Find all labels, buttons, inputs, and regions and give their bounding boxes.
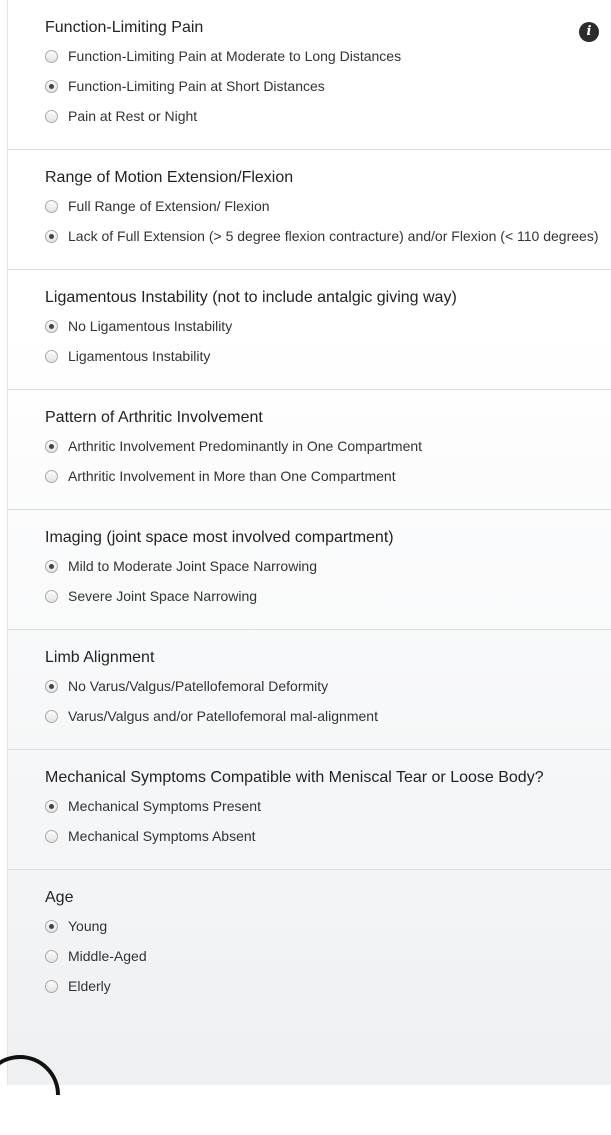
radio-option-label: Function-Limiting Pain at Moderate to Lo… — [68, 48, 402, 64]
info-icon[interactable]: i — [579, 22, 599, 42]
radio-unselected-icon[interactable] — [45, 980, 58, 993]
radio-selected-icon[interactable] — [45, 800, 58, 813]
radio-option[interactable]: Ligamentous Instability — [45, 347, 599, 366]
criteria-sections: Function-Limiting Pain Function-Limiting … — [8, 0, 611, 1019]
criteria-panel: i Function-Limiting Pain Function-Limitin… — [7, 0, 611, 1085]
criteria-section: Imaging (joint space most involved compa… — [8, 510, 611, 630]
radio-unselected-icon[interactable] — [45, 830, 58, 843]
radio-option[interactable]: Function-Limiting Pain at Short Distance… — [45, 77, 599, 96]
criteria-section: Limb Alignment No Varus/Valgus/Patellofem… — [8, 630, 611, 750]
criteria-section: Pattern of Arthritic Involvement Arthriti… — [8, 390, 611, 510]
radio-unselected-icon[interactable] — [45, 200, 58, 213]
radio-unselected-icon[interactable] — [45, 470, 58, 483]
radio-option-label: No Ligamentous Instability — [68, 318, 233, 334]
section-title: Mechanical Symptoms Compatible with Meni… — [45, 769, 544, 786]
radio-option-label: Arthritic Involvement in More than One C… — [68, 468, 396, 484]
radio-option-label: Function-Limiting Pain at Short Distance… — [68, 78, 325, 94]
radio-unselected-icon[interactable] — [45, 350, 58, 363]
radio-option[interactable]: Mechanical Symptoms Absent — [45, 827, 599, 846]
section-title: Age — [45, 889, 74, 906]
radio-selected-icon[interactable] — [45, 230, 58, 243]
radio-unselected-icon[interactable] — [45, 110, 58, 123]
radio-option[interactable]: Severe Joint Space Narrowing — [45, 587, 599, 606]
radio-option-label: No Varus/Valgus/Patellofemoral Deformity — [68, 678, 329, 694]
criteria-section: Mechanical Symptoms Compatible with Meni… — [8, 750, 611, 870]
radio-option-label: Mechanical Symptoms Absent — [68, 828, 256, 844]
criteria-section: Function-Limiting Pain Function-Limiting … — [8, 0, 611, 150]
radio-option[interactable]: Pain at Rest or Night — [45, 107, 599, 126]
section-title: Function-Limiting Pain — [45, 19, 204, 36]
radio-option-label: Mild to Moderate Joint Space Narrowing — [68, 558, 318, 574]
radio-selected-icon[interactable] — [45, 440, 58, 453]
radio-option[interactable]: Middle-Aged — [45, 947, 599, 966]
radio-selected-icon[interactable] — [45, 80, 58, 93]
radio-option-label: Young — [68, 918, 108, 934]
section-title: Range of Motion Extension/Flexion — [45, 169, 294, 186]
radio-unselected-icon[interactable] — [45, 710, 58, 723]
section-title: Pattern of Arthritic Involvement — [45, 409, 263, 426]
radio-option[interactable]: Arthritic Involvement in More than One C… — [45, 467, 599, 486]
radio-option-label: Pain at Rest or Night — [68, 108, 198, 124]
radio-option-label: Mechanical Symptoms Present — [68, 798, 261, 814]
radio-option[interactable]: Function-Limiting Pain at Moderate to Lo… — [45, 47, 599, 66]
radio-option-label: Full Range of Extension/ Flexion — [68, 198, 270, 214]
radio-option[interactable]: Full Range of Extension/ Flexion — [45, 197, 599, 216]
radio-option[interactable]: Arthritic Involvement Predominantly in O… — [45, 437, 599, 456]
radio-option[interactable]: Mechanical Symptoms Present — [45, 797, 599, 816]
radio-option-label: Lack of Full Extension (> 5 degree flexi… — [68, 228, 599, 244]
radio-option-label: Varus/Valgus and/or Patellofemoral mal-a… — [68, 708, 378, 724]
criteria-section: Range of Motion Extension/Flexion Full Ra… — [8, 150, 611, 270]
radio-selected-icon[interactable] — [45, 680, 58, 693]
radio-option-label: Arthritic Involvement Predominantly in O… — [68, 438, 423, 454]
radio-selected-icon[interactable] — [45, 560, 58, 573]
radio-option[interactable]: Young — [45, 917, 599, 936]
radio-option[interactable]: Varus/Valgus and/or Patellofemoral mal-a… — [45, 707, 599, 726]
radio-option[interactable]: Elderly — [45, 977, 599, 996]
section-title: Ligamentous Instability (not to include … — [45, 289, 457, 306]
radio-option-label: Severe Joint Space Narrowing — [68, 588, 258, 604]
section-title: Imaging (joint space most involved compa… — [45, 529, 394, 546]
radio-option-label: Ligamentous Instability — [68, 348, 211, 364]
radio-unselected-icon[interactable] — [45, 950, 58, 963]
radio-option[interactable]: Lack of Full Extension (> 5 degree flexi… — [45, 227, 599, 246]
radio-selected-icon[interactable] — [45, 920, 58, 933]
radio-option-label: Middle-Aged — [68, 948, 147, 964]
radio-unselected-icon[interactable] — [45, 50, 58, 63]
criteria-section: Ligamentous Instability (not to include … — [8, 270, 611, 390]
radio-option[interactable]: No Ligamentous Instability — [45, 317, 599, 336]
radio-selected-icon[interactable] — [45, 320, 58, 333]
radio-option[interactable]: Mild to Moderate Joint Space Narrowing — [45, 557, 599, 576]
section-title: Limb Alignment — [45, 649, 155, 666]
criteria-section: Age Young Middle-Aged Elderly — [8, 870, 611, 1019]
radio-unselected-icon[interactable] — [45, 590, 58, 603]
radio-option[interactable]: No Varus/Valgus/Patellofemoral Deformity — [45, 677, 599, 696]
radio-option-label: Elderly — [68, 978, 111, 994]
